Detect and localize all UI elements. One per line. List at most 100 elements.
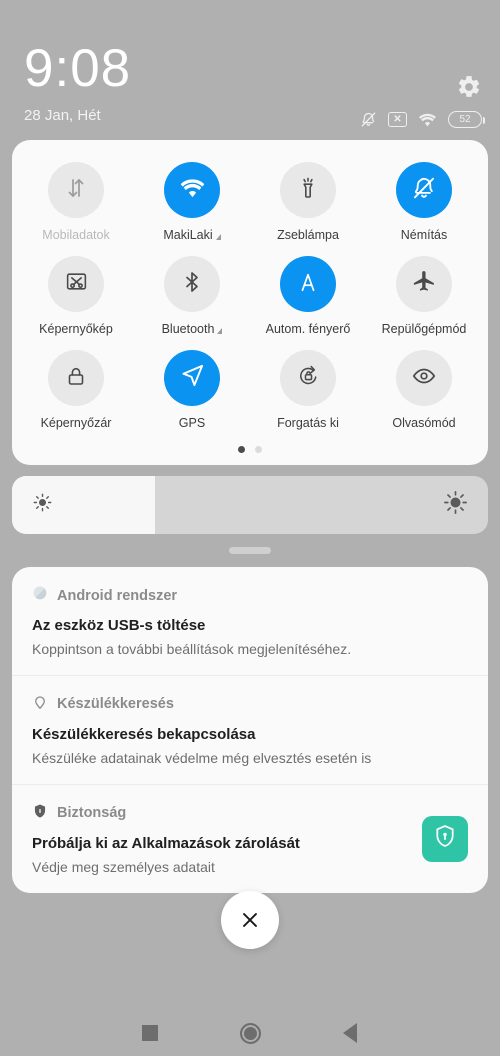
qs-tile-autom-fenyero[interactable]: Autom. fényerő [250, 256, 366, 336]
tile-label: GPS [178, 416, 206, 430]
qs-tile-gps[interactable]: GPS [134, 350, 250, 430]
tile-label-text: Bluetooth [161, 322, 215, 336]
notification-title: Próbálja ki az Alkalmazások zárolását [32, 834, 300, 852]
notification-body: Készüléke adatainak védelme még elveszté… [32, 749, 372, 766]
quick-settings-panel: Mobiladatok MakiLaki Zseblámpa Némítás K… [12, 140, 488, 465]
tile-icon-bg [164, 350, 220, 406]
tile-icon-bg [396, 162, 452, 218]
chevron-expand-icon[interactable] [215, 234, 221, 240]
tile-icon-bg [48, 256, 104, 312]
notification-app-row: Biztonság [32, 803, 468, 824]
qs-tile-bluetooth[interactable]: Bluetooth [134, 256, 250, 336]
rotation-lock-icon [296, 363, 321, 393]
tile-icon-bg [280, 350, 336, 406]
tile-label-text: MakiLaki [163, 228, 213, 242]
brightness-high-icon [443, 490, 468, 520]
recents-square-icon [142, 1025, 158, 1041]
auto-brightness-icon [293, 267, 323, 302]
navigation-bar [0, 1010, 500, 1056]
tile-label: Forgatás ki [277, 416, 339, 430]
brightness-low-icon [32, 492, 53, 518]
qs-tile-repulogepmod[interactable]: Repülőgépmód [366, 256, 482, 336]
shield-lock-icon [432, 823, 458, 854]
battery-level-label: 52 [459, 113, 471, 125]
flashlight-icon [296, 176, 320, 205]
qs-tile-forgatas-ki[interactable]: Forgatás ki [250, 350, 366, 430]
qs-tile-kepernyokep[interactable]: Képernyőkép [18, 256, 134, 336]
notification-body: Koppintson a további beállítások megjele… [32, 641, 352, 657]
wifi-icon [418, 112, 437, 127]
eye-icon [411, 363, 437, 394]
gear-icon[interactable] [456, 74, 482, 100]
navigation-arrow-icon [179, 362, 206, 394]
tile-label: Repülőgépmód [381, 322, 467, 336]
tile-label: Bluetooth [162, 322, 223, 336]
notification-app-name: Android rendszer [57, 587, 178, 604]
mobile-data-icon [64, 176, 88, 205]
tile-icon-bg [164, 162, 220, 218]
qs-tile-nemitas[interactable]: Némítás [366, 162, 482, 242]
chevron-expand-icon[interactable] [217, 328, 223, 334]
no-sim-glyph: ✕ [393, 114, 402, 125]
tile-icon-bg [396, 350, 452, 406]
qs-tile-mobiladatok[interactable]: Mobiladatok [18, 162, 134, 242]
clear-all-notifications-button[interactable] [221, 891, 279, 949]
tile-icon-bg [48, 350, 104, 406]
qs-tile-makilaki[interactable]: MakiLaki [134, 162, 250, 242]
home-circle-icon [239, 1022, 261, 1044]
wifi-icon [179, 177, 206, 203]
recents-button[interactable] [130, 1013, 170, 1053]
shield-icon [32, 803, 48, 824]
tile-icon-bg [48, 162, 104, 218]
notification-app-name: Készülékkeresés [57, 696, 174, 713]
tile-icon-bg [396, 256, 452, 312]
airplane-icon [412, 269, 437, 299]
back-triangle-icon [343, 1023, 357, 1043]
bell-muted-icon [360, 111, 377, 128]
tile-label: Képernyőkép [39, 322, 113, 336]
home-button[interactable] [230, 1013, 270, 1053]
clock: 9:08 [24, 39, 132, 98]
brightness-slider[interactable] [12, 476, 488, 534]
notification-app-row: Készülékkeresés [32, 694, 468, 715]
lock-icon [64, 364, 88, 393]
notification-item-security[interactable]: Biztonság Próbálja ki az Alkalmazások zá… [12, 783, 488, 893]
location-pin-icon [32, 694, 48, 715]
tile-label: Olvasómód [392, 416, 456, 430]
screenshot-icon [64, 269, 89, 299]
tile-icon-bg [280, 256, 336, 312]
bluetooth-icon [180, 270, 204, 299]
no-sim-icon: ✕ [388, 112, 407, 127]
battery-indicator: 52 [448, 111, 485, 128]
notification-app-name: Biztonság [57, 805, 127, 822]
qs-tile-kepernyozar[interactable]: Képernyőzár [18, 350, 134, 430]
notification-item-android-system[interactable]: Android rendszer Az eszköz USB-s töltése… [12, 567, 488, 675]
pager-dot-2[interactable] [255, 446, 262, 453]
status-icon-tray: ✕ 52 [360, 111, 485, 128]
quick-settings-pager[interactable] [18, 446, 482, 457]
panel-drag-handle[interactable] [229, 547, 271, 554]
qs-tile-zseblampa[interactable]: Zseblámpa [250, 162, 366, 242]
panel-drag-handle-row [0, 534, 500, 567]
android-system-icon [32, 585, 48, 606]
tile-icon-bg [280, 162, 336, 218]
status-header: 9:08 28 Jan, Hét ✕ 52 [0, 0, 500, 140]
pager-dot-1[interactable] [238, 446, 245, 453]
back-button[interactable] [330, 1013, 370, 1053]
tile-label: Autom. fényerő [265, 322, 351, 336]
tile-label: Képernyőzár [40, 416, 112, 430]
notification-list: Android rendszer Az eszköz USB-s töltése… [12, 567, 488, 893]
tile-label: Mobiladatok [42, 228, 110, 242]
notification-app-row: Android rendszer [32, 585, 468, 606]
notification-item-device-search[interactable]: Készülékkeresés Készülékkeresés bekapcso… [12, 674, 488, 784]
tile-label: Zseblámpa [277, 228, 339, 242]
notification-body: Védje meg személyes adatait [32, 858, 215, 875]
tile-label: Némítás [400, 228, 448, 242]
notification-title: Az eszköz USB-s töltése [32, 617, 206, 634]
tile-icon-bg [164, 256, 220, 312]
tile-label: MakiLaki [163, 228, 221, 242]
notification-action-badge[interactable] [422, 815, 468, 862]
quick-settings-grid: Mobiladatok MakiLaki Zseblámpa Némítás K… [18, 162, 482, 430]
notification-title: Készülékkeresés bekapcsolása [32, 725, 256, 743]
qs-tile-olvasomod[interactable]: Olvasómód [366, 350, 482, 430]
